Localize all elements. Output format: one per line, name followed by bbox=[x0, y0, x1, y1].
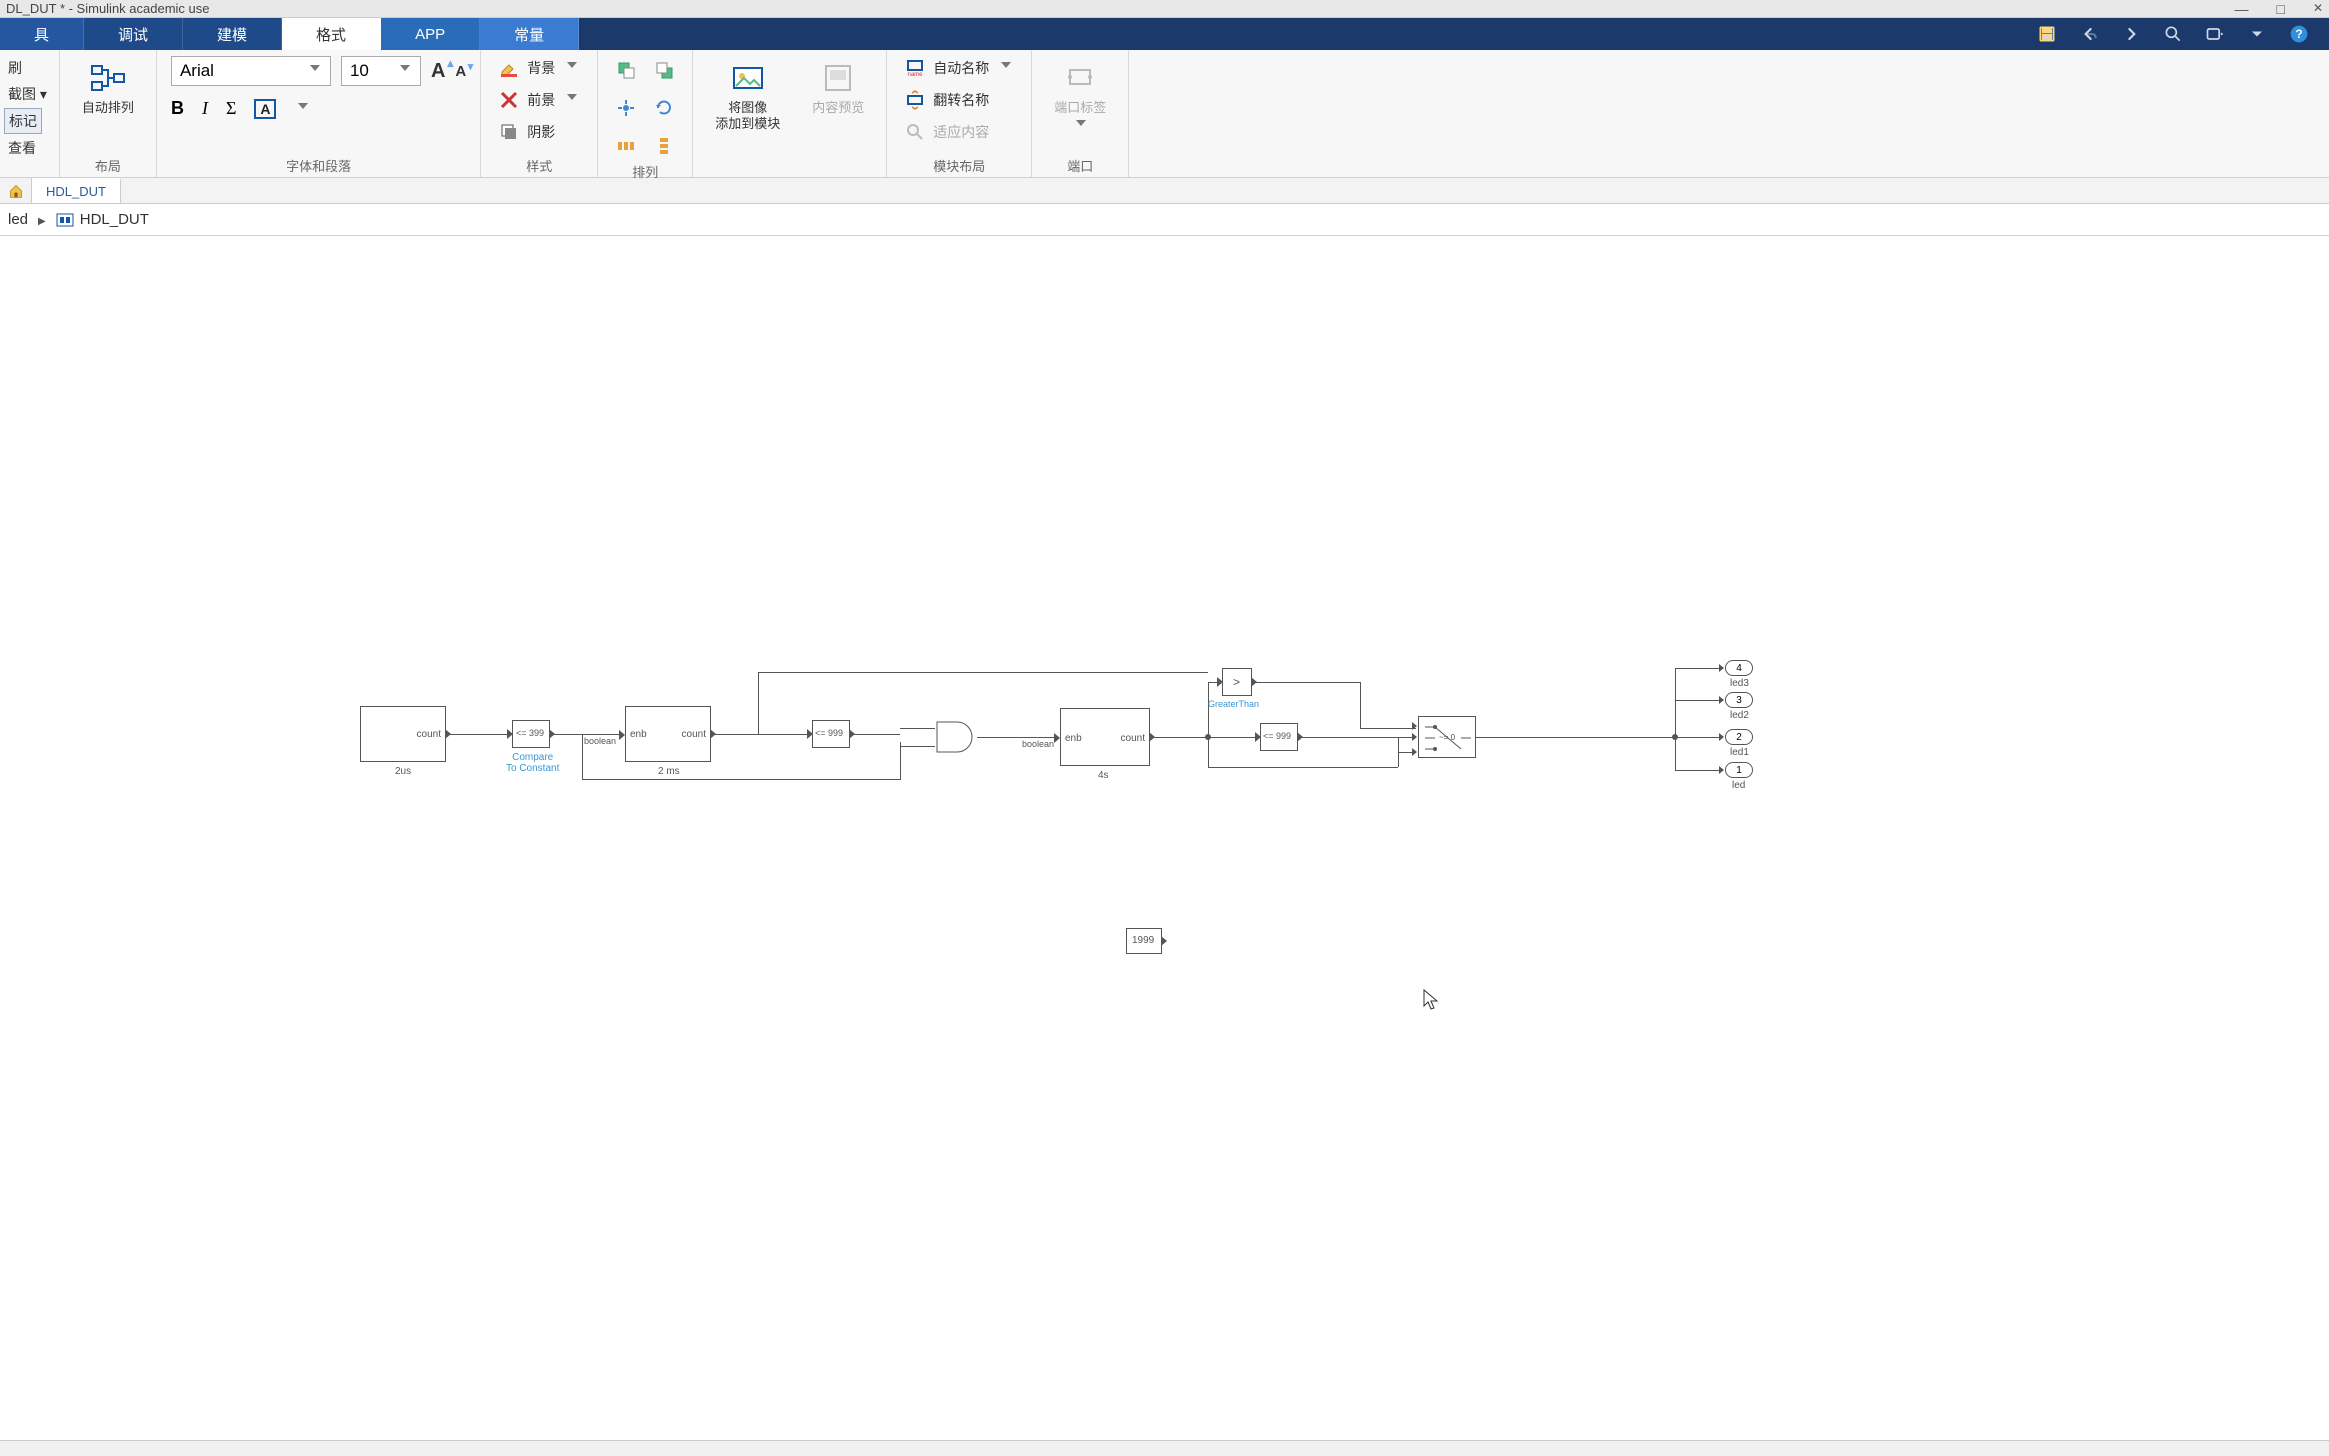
foreground-button[interactable]: 前景 bbox=[495, 88, 583, 112]
tabstrip: 具 调试 建模 格式 APP 常量 ? bbox=[0, 18, 2329, 50]
rotate-icon[interactable] bbox=[650, 94, 678, 122]
redo-icon[interactable] bbox=[2119, 22, 2143, 46]
breadcrumb-root[interactable]: led bbox=[8, 211, 28, 228]
block-switch[interactable]: ~= 0 bbox=[1418, 716, 1476, 758]
block-constant-1999[interactable]: 1999 bbox=[1126, 928, 1162, 954]
fit-content-button: 适应内容 bbox=[901, 120, 993, 144]
status-bar bbox=[0, 1440, 2329, 1456]
block-2ms-label: 2 ms bbox=[658, 766, 680, 777]
breadcrumb: led HDL_DUT bbox=[0, 204, 2329, 236]
model-tab[interactable]: HDL_DUT bbox=[32, 178, 121, 203]
send-back-icon[interactable] bbox=[650, 56, 678, 84]
tab-debug[interactable]: 调试 bbox=[84, 18, 183, 50]
grow-font-button[interactable]: A▴ bbox=[431, 60, 445, 83]
block-4s-label: 4s bbox=[1098, 770, 1109, 781]
port-label-text: 端口标签 bbox=[1054, 100, 1106, 116]
content-preview-label: 内容预览 bbox=[812, 100, 864, 116]
add-image-button[interactable]: 将图像 添加到模块 bbox=[707, 56, 788, 137]
group-label-style: 样式 bbox=[495, 154, 583, 175]
subsystem-icon bbox=[56, 211, 74, 229]
flip-name-button[interactable]: 翻转名称 bbox=[901, 88, 993, 112]
model-tab-bar: HDL_DUT bbox=[0, 178, 2329, 204]
font-family-select[interactable]: Arial bbox=[171, 56, 331, 86]
block-2ms[interactable]: enb count bbox=[625, 706, 711, 762]
sigma-button[interactable]: Σ bbox=[226, 98, 236, 119]
bring-front-icon[interactable] bbox=[612, 56, 640, 84]
distribute-v-icon[interactable] bbox=[650, 132, 678, 160]
dtc1-label: boolean bbox=[584, 736, 616, 746]
auto-arrange-button[interactable]: 自动排列 bbox=[74, 56, 142, 120]
font-color-button[interactable]: A bbox=[254, 99, 276, 119]
save-icon[interactable] bbox=[2035, 22, 2059, 46]
outport-1[interactable]: 1 bbox=[1725, 762, 1753, 778]
svg-text:?: ? bbox=[2295, 28, 2302, 41]
block-2us-label: 2us bbox=[395, 766, 411, 777]
find-icon[interactable] bbox=[2203, 22, 2227, 46]
group-label-blocklayout: 模块布局 bbox=[901, 154, 1017, 175]
tab-model[interactable]: 建模 bbox=[183, 18, 282, 50]
outport-2[interactable]: 2 bbox=[1725, 729, 1753, 745]
block-compare-2[interactable]: <= 999 bbox=[812, 720, 850, 748]
close-button[interactable]: ✕ bbox=[2313, 1, 2323, 17]
group-label-left bbox=[4, 173, 51, 175]
chevron-right-icon bbox=[38, 211, 46, 228]
block-greater[interactable]: > bbox=[1222, 668, 1252, 696]
diagram-canvas[interactable]: count 2us <= 399 Compare To Constant boo… bbox=[0, 236, 2329, 1440]
group-label-port: 端口 bbox=[1046, 154, 1114, 175]
dropdown-icon[interactable] bbox=[2245, 22, 2269, 46]
block-compare-3[interactable]: <= 999 bbox=[1260, 723, 1298, 751]
outport-4[interactable]: 4 bbox=[1725, 660, 1753, 676]
tab-const[interactable]: 常量 bbox=[480, 18, 579, 50]
italic-button[interactable]: I bbox=[202, 98, 208, 119]
add-image-label: 将图像 添加到模块 bbox=[715, 100, 780, 133]
block-and-gate[interactable] bbox=[935, 720, 977, 754]
font-color-dropdown[interactable] bbox=[298, 103, 310, 115]
quick-access: ? bbox=[2035, 18, 2329, 50]
maximize-button[interactable]: □ bbox=[2276, 1, 2284, 17]
block-4s[interactable]: enb count bbox=[1060, 708, 1150, 766]
titlebar: DL_DUT * - Simulink academic use — □ ✕ bbox=[0, 0, 2329, 18]
ribbon: 刷 截图 ▾ 标记 查看 自动排列 布局 Arial 10 A▴ A▾ B bbox=[0, 50, 2329, 178]
screenshot-button[interactable]: 截图 ▾ bbox=[4, 82, 51, 106]
svg-text:name: name bbox=[908, 72, 924, 78]
group-label-layout: 布局 bbox=[74, 154, 142, 175]
group-label-image bbox=[707, 173, 872, 175]
auto-name-button[interactable]: name自动名称 bbox=[901, 56, 1017, 80]
block-compare-1[interactable]: <= 399 bbox=[512, 720, 550, 748]
mark-button[interactable]: 标记 bbox=[4, 108, 42, 134]
background-button[interactable]: 背景 bbox=[495, 56, 583, 80]
home-icon[interactable] bbox=[0, 178, 32, 203]
block-2us[interactable]: count bbox=[360, 706, 446, 762]
brush-button[interactable]: 刷 bbox=[4, 56, 26, 80]
view-button[interactable]: 查看 bbox=[4, 136, 40, 160]
block-greater-name: GreaterThan bbox=[1208, 699, 1259, 709]
outport-3[interactable]: 3 bbox=[1725, 692, 1753, 708]
search-icon[interactable] bbox=[2161, 22, 2185, 46]
content-preview-button: 内容预览 bbox=[804, 56, 872, 120]
dtc2-label: boolean bbox=[1022, 739, 1054, 749]
undo-icon[interactable] bbox=[2077, 22, 2101, 46]
window-title: DL_DUT * - Simulink academic use bbox=[6, 1, 210, 16]
font-size-select[interactable]: 10 bbox=[341, 56, 421, 86]
group-label-arrange: 排列 bbox=[612, 160, 678, 181]
tab-tools[interactable]: 具 bbox=[0, 18, 84, 50]
minimize-button[interactable]: — bbox=[2234, 1, 2248, 17]
bold-button[interactable]: B bbox=[171, 98, 184, 119]
breadcrumb-child[interactable]: HDL_DUT bbox=[56, 211, 149, 229]
group-label-font: 字体和段落 bbox=[171, 154, 466, 175]
tab-format[interactable]: 格式 bbox=[282, 18, 381, 50]
distribute-h-icon[interactable] bbox=[612, 132, 640, 160]
shadow-button[interactable]: 阴影 bbox=[495, 120, 559, 144]
help-icon[interactable]: ? bbox=[2287, 22, 2311, 46]
align-icon[interactable] bbox=[612, 94, 640, 122]
shrink-font-button[interactable]: A▾ bbox=[455, 63, 466, 80]
port-label-button: 端口标签 bbox=[1046, 56, 1114, 136]
tab-app[interactable]: APP bbox=[381, 18, 480, 50]
block-compare-1-name: Compare To Constant bbox=[506, 752, 559, 774]
